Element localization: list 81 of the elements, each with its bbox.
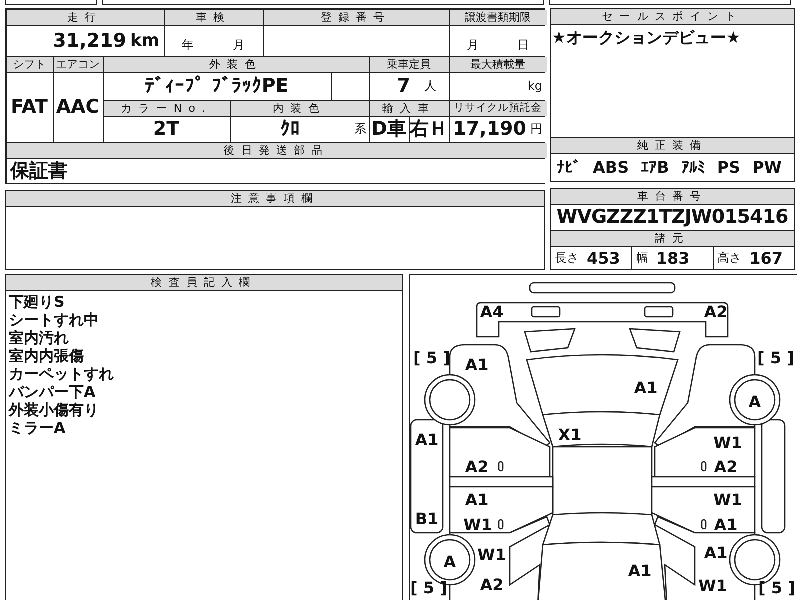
damage-code: [ 5 ]	[414, 348, 450, 368]
inspector-note: ミラーA	[9, 419, 67, 437]
spec-value: 453	[587, 248, 620, 268]
damage-code: W1	[478, 546, 506, 564]
section-header: 検査員記入欄	[6, 275, 402, 291]
damage-code: A1	[634, 378, 658, 398]
damage-code: A1	[628, 562, 652, 580]
column-header: リサイクル預託金	[450, 100, 546, 116]
damage-code: W1	[464, 516, 492, 534]
damage-code: W1	[698, 576, 728, 596]
spec-value: 183	[656, 248, 690, 268]
damage-code: [ 5 ]	[410, 578, 448, 598]
inspector-note: 外装小傷有り	[9, 401, 100, 419]
inspector-note: 室内内張傷	[9, 347, 85, 365]
section-header: セールスポイント	[551, 9, 794, 25]
damage-code: A4	[480, 302, 504, 322]
sales-point-text: ★オークションデビュー★	[552, 28, 741, 47]
damage-code: [ 5 ]	[758, 348, 794, 368]
section-header: 純正装備	[551, 138, 794, 154]
column-header: シフト	[6, 56, 52, 72]
steering-value: 右Ｈ	[410, 116, 448, 142]
equipment-item: PW	[752, 158, 782, 177]
max-load-unit: kg	[450, 72, 546, 100]
inspector-note: 下廻りS	[9, 293, 66, 311]
column-header: 最大積載量	[450, 56, 546, 72]
column-header: 譲渡書類期限	[450, 10, 546, 24]
column-header: 内装色	[230, 100, 368, 116]
spec-label: 幅	[636, 250, 648, 266]
equipment-item: ABS	[593, 158, 630, 177]
column-header: エアコン	[54, 56, 102, 72]
aircon-value: AAC	[54, 72, 102, 142]
equipment-item: ｴｱB	[641, 158, 670, 177]
damage-code: A1	[415, 430, 439, 450]
spec-label: 長さ	[555, 250, 579, 266]
column-header: 走行	[6, 10, 164, 24]
later-parts-value: 保証書	[6, 158, 546, 182]
spec-value: 167	[750, 248, 784, 268]
spec-label: 高さ	[718, 250, 742, 266]
damage-code: [ 5 ]	[758, 578, 795, 598]
damage-code: A1	[704, 544, 728, 562]
color-number-value: 2T	[104, 116, 230, 142]
damage-code: A2	[465, 458, 489, 476]
table-cell	[332, 72, 368, 100]
damage-code: A1	[465, 356, 489, 374]
section-header: 後日発送部品	[6, 142, 546, 158]
inspector-note: バンパー下A	[9, 383, 97, 401]
inspector-note: シートすれ中	[9, 311, 100, 329]
recycle-fee-value: 17,190 円	[450, 116, 546, 142]
capacity-value: 7 人	[370, 72, 448, 100]
interior-color-value: ｸﾛ 系	[230, 116, 368, 142]
damage-code: B1	[415, 510, 439, 528]
shift-value: FAT	[6, 72, 52, 142]
damage-code: W1	[714, 490, 742, 510]
column-header: 登録番号	[264, 10, 448, 24]
damage-code: A1	[714, 516, 738, 534]
damage-code: A2	[704, 302, 728, 322]
dealer-value: D車	[370, 116, 408, 142]
column-header: 乗車定員	[370, 56, 448, 72]
transfer-deadline: 月 日	[450, 26, 546, 56]
damage-code: W1	[714, 434, 742, 452]
equipment-item: ｱﾙﾐ	[681, 158, 706, 177]
column-header: 車検	[164, 10, 262, 24]
column-header: 輸入車	[370, 100, 448, 116]
inspection-date: 年 月	[164, 26, 262, 56]
damage-code: A	[748, 392, 762, 412]
mileage-value: 31,219 km	[6, 26, 164, 56]
damage-code: A1	[465, 490, 489, 510]
damage-code: X1	[558, 426, 582, 444]
damage-code: A	[444, 552, 456, 572]
section-header: 注意事項欄	[6, 191, 544, 207]
column-header: カラーNo.	[104, 100, 230, 116]
equipment-item: PS	[717, 158, 741, 177]
exterior-color-value: ﾃﾞｨｰﾌﾟ ﾌﾞﾗｯｸPE	[104, 72, 330, 100]
column-header: 外装色	[104, 56, 368, 72]
equipment-item: ﾅﾋﾞ	[557, 158, 581, 177]
inspector-note: カーペットすれ	[9, 365, 115, 383]
damage-code: A2	[480, 576, 504, 594]
section-header: 車台番号	[551, 189, 794, 205]
damage-code: A2	[714, 458, 738, 476]
inspector-note: 室内汚れ	[9, 329, 70, 347]
section-header: 諸元	[551, 231, 794, 247]
